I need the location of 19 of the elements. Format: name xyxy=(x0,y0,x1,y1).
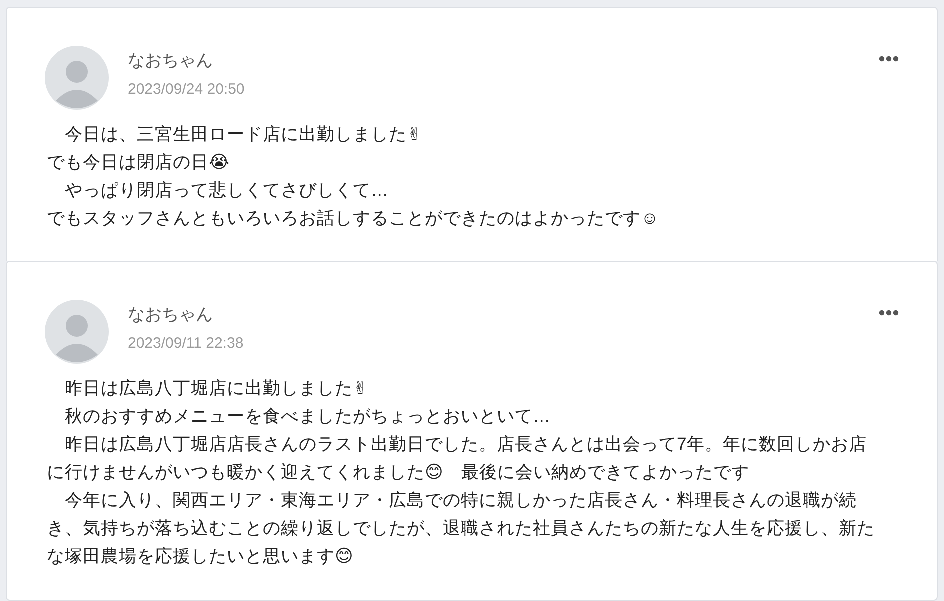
post-text: やっぱり閉店って悲しくてさびしくて… xyxy=(64,179,389,202)
post-text: でもスタッフさんともいろいろお話しすることができたのはよかったです☺ xyxy=(47,207,659,230)
author-name[interactable]: なおちゃん xyxy=(128,304,244,326)
post-text: 今日は、三宮生田ロード店に出勤しました✌ xyxy=(64,123,422,146)
avatar-icon xyxy=(45,300,109,364)
post-text: 昨日は広島八丁堀店に出勤しました✌ xyxy=(64,377,368,400)
post-text: に行けませんがいつも暖かく迎えてくれました😊 最後に会い納めできてよかったです xyxy=(47,461,750,484)
post-text: でも今日は閉店の日😭 xyxy=(47,151,230,174)
post-text: な塚田農場を応援したいと思います😊 xyxy=(47,545,354,568)
author-name[interactable]: なおちゃん xyxy=(128,50,245,72)
post-text: 秋のおすすめメニューを食べましたがちょっとおいといて… xyxy=(64,405,551,428)
post-date: 2023/09/11 22:38 xyxy=(128,334,244,354)
more-icon[interactable] xyxy=(879,310,899,316)
post-date: 2023/09/24 20:50 xyxy=(128,80,245,100)
avatar-icon xyxy=(45,46,109,110)
more-icon[interactable] xyxy=(879,56,899,62)
post-text: 昨日は広島八丁堀店店長さんのラスト出勤日でした。店長さんとは出会って7年。年に数回しかお店 xyxy=(64,433,867,456)
post-text: 今年に入り、関西エリア・東海エリア・広島での特に親しかった店長さん・料理長さんの退職が続 xyxy=(64,489,857,512)
post-text: き、気持ちが落ち込むことの繰り返しでしたが、退職された社員さんたちの新たな人生を応援し、新た xyxy=(47,517,875,540)
